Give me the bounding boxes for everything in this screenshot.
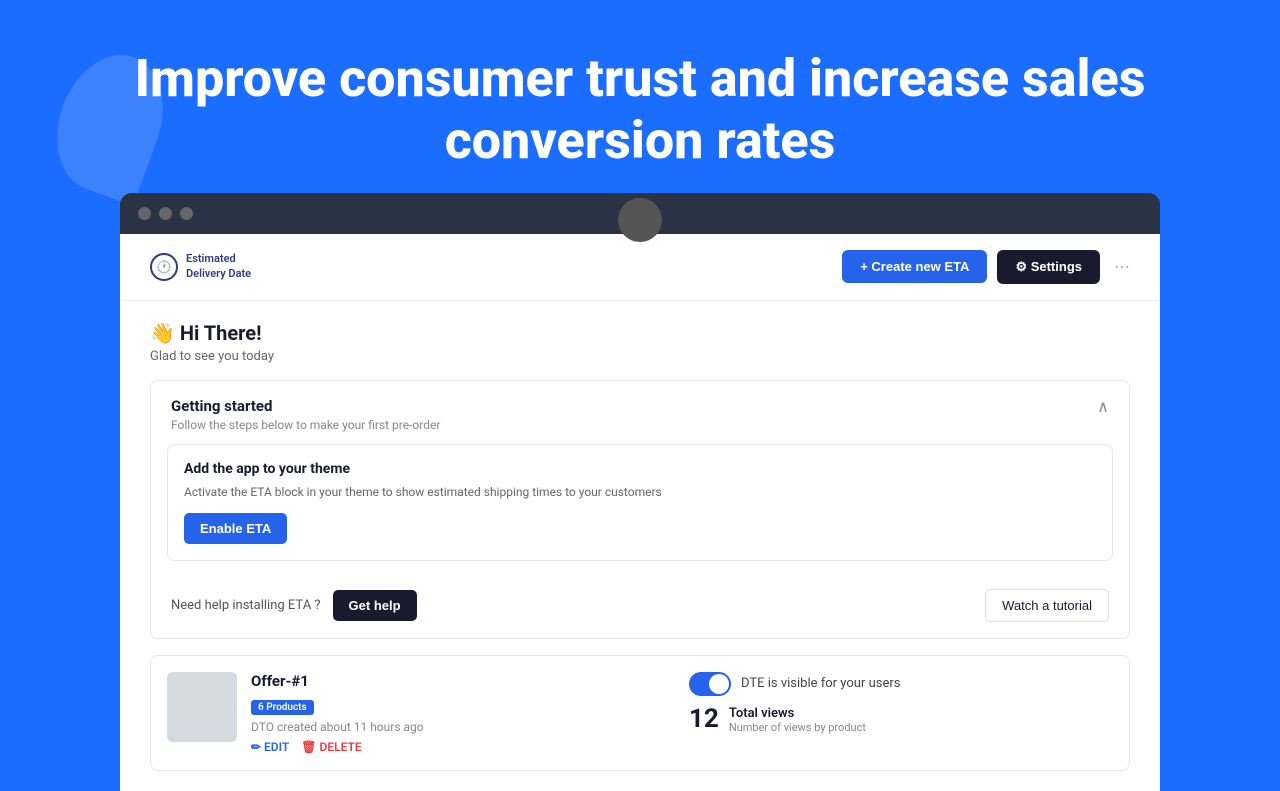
create-eta-button[interactable]: + Create new ETA xyxy=(842,250,987,283)
window-dot-2 xyxy=(159,207,172,220)
header-buttons: + Create new ETA ⚙ Settings ⋯ xyxy=(842,250,1130,284)
enable-eta-button[interactable]: Enable ETA xyxy=(184,513,287,544)
logo-icon: 🕐 xyxy=(150,253,178,281)
offer-badge: 6 Products xyxy=(251,700,314,715)
greeting: 👋 Hi There! xyxy=(150,321,1130,345)
browser-content: 🕐 Estimated Delivery Date + Create new E… xyxy=(120,234,1160,791)
add-app-desc: Activate the ETA block in your theme to … xyxy=(184,483,1096,501)
add-app-card: Add the app to your theme Activate the E… xyxy=(167,444,1113,561)
stat-desc: Number of views by product xyxy=(729,721,866,734)
toggle-row: DTE is visible for your users xyxy=(689,672,1113,696)
help-row: Need help installing ETA ? Get help Watc… xyxy=(151,577,1129,638)
offer-card: Offer-#1 6 Products DTO created about 11… xyxy=(150,655,1130,771)
avatar xyxy=(618,198,662,242)
hero-title: Improve consumer trust and increase sale… xyxy=(0,20,1280,193)
offer-date: DTO created about 11 hours ago xyxy=(251,720,675,734)
visibility-toggle[interactable] xyxy=(689,672,731,696)
more-options-icon[interactable]: ⋯ xyxy=(1114,257,1130,276)
get-help-button[interactable]: Get help xyxy=(333,590,417,621)
window-dot-3 xyxy=(180,207,193,220)
delete-offer-button[interactable]: 🗑 DELETE xyxy=(301,740,361,754)
window-dot-1 xyxy=(138,207,151,220)
help-text: Need help installing ETA ? xyxy=(171,598,321,613)
hero-section: Improve consumer trust and increase sale… xyxy=(0,0,1280,193)
offer-image xyxy=(167,672,237,742)
collapse-icon[interactable]: ∧ xyxy=(1097,397,1109,416)
watch-tutorial-button[interactable]: Watch a tutorial xyxy=(985,589,1109,622)
main-content: 👋 Hi There! Glad to see you today Gettin… xyxy=(120,301,1160,791)
offer-name: Offer-#1 xyxy=(251,672,675,690)
offer-info: Offer-#1 6 Products DTO created about 11… xyxy=(251,672,675,754)
getting-started-title: Getting started xyxy=(171,397,440,415)
offer-stats: DTE is visible for your users 12 Total v… xyxy=(689,672,1113,734)
settings-button[interactable]: ⚙ Settings xyxy=(997,250,1100,284)
browser-window: 🕐 Estimated Delivery Date + Create new E… xyxy=(120,193,1160,791)
getting-started-desc: Follow the steps below to make your firs… xyxy=(171,418,440,432)
greeting-sub: Glad to see you today xyxy=(150,349,1130,364)
total-views-number: 12 xyxy=(689,706,719,732)
stat-title: Total views xyxy=(729,706,866,721)
app-header: 🕐 Estimated Delivery Date + Create new E… xyxy=(120,234,1160,301)
add-app-title: Add the app to your theme xyxy=(184,461,1096,477)
help-section: Need help installing ETA ? Get help xyxy=(171,590,417,621)
logo-text: Estimated Delivery Date xyxy=(186,252,251,281)
logo-area: 🕐 Estimated Delivery Date xyxy=(150,252,251,281)
toggle-label: DTE is visible for your users xyxy=(741,676,900,691)
getting-started-card: Getting started Follow the steps below t… xyxy=(150,380,1130,639)
browser-titlebar xyxy=(120,193,1160,234)
getting-started-header: Getting started Follow the steps below t… xyxy=(151,381,1129,444)
offer-actions: ✏ EDIT 🗑 DELETE xyxy=(251,740,675,754)
getting-started-title-area: Getting started Follow the steps below t… xyxy=(171,397,440,432)
edit-offer-button[interactable]: ✏ EDIT xyxy=(251,740,289,754)
